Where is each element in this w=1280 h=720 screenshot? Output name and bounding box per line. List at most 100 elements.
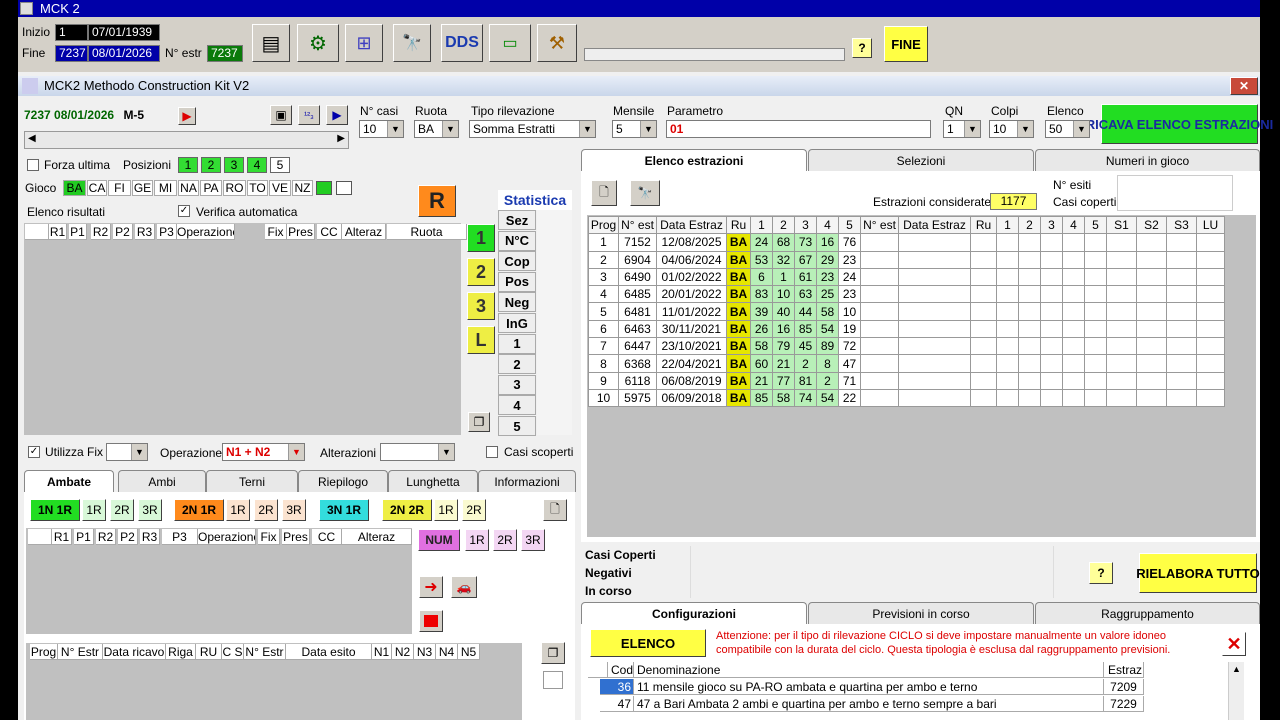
table-row[interactable]: 4 6485 20/01/2022 BA 83 10 63 25 23 [588, 285, 1225, 304]
num-button[interactable]: NUM [418, 529, 460, 551]
stat-1-6[interactable]: 1 [498, 333, 536, 354]
warning-close-button[interactable]: ✕ [1222, 632, 1246, 656]
inizio-number[interactable]: 1 [55, 24, 88, 41]
posizione-5[interactable]: 5 [270, 157, 290, 173]
new-doc-button[interactable]: 🗋 [543, 499, 567, 521]
estrazioni-table[interactable]: Prog N° est Data Estraz Ru 1 2 3 4 5 N° est Data E… [588, 215, 1225, 408]
gioco-ve[interactable]: VE [269, 180, 291, 196]
ricava-button[interactable]: RICAVA ELENCO ESTRAZIONI [1086, 104, 1273, 144]
ambate-btn-0-1[interactable]: 1R [82, 499, 106, 521]
table-row[interactable]: 1 7152 12/08/2025 BA 24 68 73 16 76 [588, 233, 1225, 252]
num-2-button[interactable]: 2 [467, 258, 495, 286]
table-row[interactable]: 9 6118 06/08/2019 BA 21 77 81 2 71 [588, 371, 1225, 390]
ambate-btn-3-0[interactable]: 2N 2R [382, 499, 432, 521]
flowchart-button[interactable]: ⊞ [345, 24, 383, 62]
config-scrollbar[interactable]: ▲ [1228, 662, 1244, 720]
gioco-nz[interactable]: NZ [292, 180, 313, 196]
tab-terni[interactable]: Terni [206, 470, 298, 492]
param-ncasi-select[interactable]: 10 ▼ [359, 120, 404, 138]
table-row[interactable]: 5 6481 11/01/2022 BA 39 40 44 58 10 [588, 302, 1225, 321]
num-1r-button[interactable]: 1R [465, 529, 489, 551]
gioco-to[interactable]: TO [247, 180, 268, 196]
num-1-button[interactable]: 1 [467, 224, 495, 252]
tab-informazioni[interactable]: Informazioni [478, 470, 576, 492]
ambate-btn-3-1[interactable]: 1R [434, 499, 458, 521]
gioco-none-white[interactable] [336, 181, 352, 195]
stat-NC-1[interactable]: N°C [498, 230, 536, 251]
param-mensile-select[interactable]: 5 ▼ [612, 120, 657, 138]
tab-ambate[interactable]: Ambate [24, 470, 114, 492]
gioco-ca[interactable]: CA [87, 180, 107, 196]
monitor-button[interactable]: ▭ [489, 24, 531, 62]
utilizza-fix-checkbox[interactable]: ✓ [28, 446, 40, 458]
tab-config-1[interactable]: Previsioni in corso [808, 602, 1034, 624]
tab-right-0[interactable]: Elenco estrazioni [581, 149, 807, 171]
fine-date[interactable]: 08/01/2026 [88, 45, 160, 62]
verifica-checkbox[interactable]: ✓ [178, 205, 190, 217]
gioco-ro[interactable]: RO [223, 180, 246, 196]
table-row[interactable]: 8 6368 22/04/2021 BA 60 21 2 8 47 [588, 354, 1225, 373]
stat-Neg-4[interactable]: Neg [498, 292, 536, 313]
forza-ultima-checkbox[interactable] [27, 159, 39, 171]
parametro-input[interactable]: 01 [666, 120, 931, 138]
table-row[interactable]: 6 6463 30/11/2021 BA 26 16 85 54 19 [588, 319, 1225, 339]
doc-button[interactable]: 🗋 [591, 180, 617, 206]
remove-button[interactable] [419, 610, 443, 632]
tab-config-0[interactable]: Configurazioni [581, 602, 807, 624]
posizione-4[interactable]: 4 [247, 157, 267, 173]
gioco-pa[interactable]: PA [200, 180, 222, 196]
search-button[interactable]: 🔭 [393, 24, 431, 62]
param-ruota-select[interactable]: BA ▼ [414, 120, 459, 138]
tab-ambi[interactable]: Ambi [118, 470, 206, 492]
copy-button[interactable]: ❐ [468, 412, 490, 432]
ambate-btn-0-2[interactable]: 2R [110, 499, 134, 521]
gioco-all-green[interactable] [316, 181, 332, 195]
param-colpi-select[interactable]: 10 ▼ [989, 120, 1034, 138]
table-row[interactable]: 2 6904 04/06/2024 BA 53 32 67 29 23 [588, 250, 1225, 269]
param-qn-select[interactable]: 1 ▼ [943, 120, 981, 138]
gioco-ge[interactable]: GE [132, 180, 153, 196]
scroll-right-icon[interactable]: ▶ [337, 133, 345, 144]
results-list[interactable] [24, 223, 461, 435]
ambate-btn-1-3[interactable]: 3R [282, 499, 306, 521]
r-button[interactable]: R [418, 185, 456, 217]
num-3-button[interactable]: 3 [467, 292, 495, 320]
gioco-fi[interactable]: FI [108, 180, 131, 196]
table-row[interactable]: 3 6490 01/02/2022 BA 6 1 61 23 24 [588, 267, 1225, 287]
stat-5-10[interactable]: 5 [498, 416, 536, 436]
help-button[interactable]: ? [852, 38, 872, 58]
stat-Sez-0[interactable]: Sez [498, 210, 536, 230]
posizione-1[interactable]: 1 [178, 157, 198, 173]
play-button[interactable]: ▶ [178, 107, 196, 125]
gioco-mi[interactable]: MI [154, 180, 177, 196]
operazione-select[interactable]: N1 + N2 ▼ [222, 443, 305, 461]
num-3r-button[interactable]: 3R [521, 529, 545, 551]
chevron-up-icon[interactable]: ▲ [1232, 664, 1241, 674]
tab-lunghetta[interactable]: Lunghetta [388, 470, 478, 492]
num-2r-button[interactable]: 2R [493, 529, 517, 551]
alterazioni-select[interactable]: ▼ [380, 443, 455, 461]
archive-button[interactable]: ▤ [252, 24, 290, 62]
num-L-button[interactable]: L [467, 326, 495, 354]
gioco-ba[interactable]: BA [63, 180, 86, 196]
ambate-btn-3-2[interactable]: 2R [462, 499, 486, 521]
fine-number[interactable]: 7237 [55, 45, 88, 62]
tab-right-1[interactable]: Selezioni [808, 149, 1034, 171]
arrow-right-button[interactable]: ➜ [419, 576, 443, 598]
summary-help-button[interactable]: ? [1089, 562, 1113, 584]
fix-select[interactable]: ▼ [106, 443, 148, 461]
fine-button[interactable]: FINE [884, 26, 928, 62]
ambate-btn-0-0[interactable]: 1N 1R [30, 499, 80, 521]
next-button[interactable]: ▶ [326, 105, 348, 125]
stat-4-9[interactable]: 4 [498, 395, 536, 416]
numbers-button[interactable]: ¹²₃ [298, 105, 320, 125]
casi-scoperti-checkbox[interactable] [486, 446, 498, 458]
param-tipo-select[interactable]: Somma Estratti ▼ [469, 120, 596, 138]
ambate-btn-1-2[interactable]: 2R [254, 499, 278, 521]
scroll-left-icon[interactable]: ◀ [28, 133, 36, 144]
copy2-button[interactable]: ❐ [541, 642, 565, 664]
stat-Pos-3[interactable]: Pos [498, 271, 536, 292]
ambate-btn-0-3[interactable]: 3R [138, 499, 162, 521]
elenco-button[interactable]: ELENCO [590, 629, 706, 657]
calc-button[interactable]: ▣ [270, 105, 292, 125]
